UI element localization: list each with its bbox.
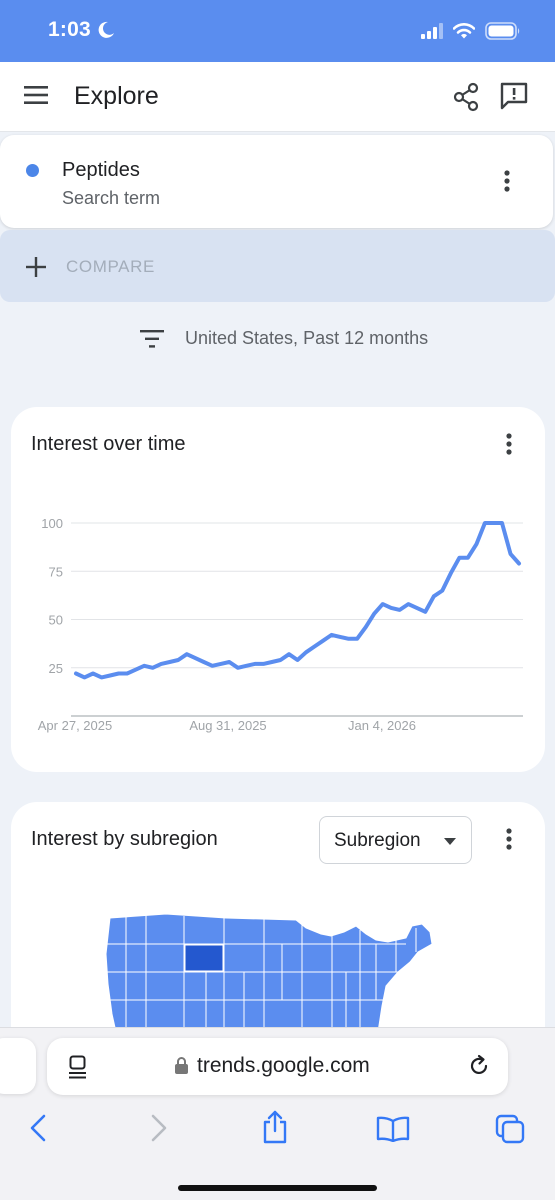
more-vert-icon[interactable] [505,828,513,850]
address-bar[interactable]: trends.google.com [47,1038,508,1095]
subregion-dropdown[interactable]: Subregion [319,816,472,864]
interest-by-subregion-title: Interest by subregion [31,828,218,850]
status-icons [421,22,521,40]
subregion-dropdown-label: Subregion [334,830,421,851]
share-sheet-icon[interactable] [261,1110,289,1144]
plus-icon [26,257,46,277]
previous-tab-preview[interactable] [0,1038,36,1094]
back-icon[interactable] [29,1114,47,1142]
us-map-shape [106,914,433,1033]
x-tick-label: Apr 27, 2025 [38,718,112,733]
home-indicator [178,1185,377,1191]
page-menu-icon[interactable] [69,1055,89,1079]
interest-line-chart: 25 50 75 100 Apr 27, 2025 Aug 31, 2025 Jan 4, … [38,516,523,733]
app-header: Explore [0,62,555,132]
status-time: 1:03 [48,18,91,41]
filter-label: United States, Past 12 months [185,328,429,348]
x-tick-label: Jan 4, 2026 [348,718,416,733]
url-text: trends.google.com [197,1054,370,1077]
caret-down-icon [444,838,456,845]
search-term-name: Peptides [62,159,140,181]
status-bar: 1:03 [0,0,555,62]
y-tick-label: 75 [49,564,63,579]
battery-icon [485,22,520,40]
share-icon[interactable] [452,82,480,112]
page-title: Explore [74,82,159,110]
signal-icon [421,23,443,39]
series-line [74,521,521,680]
search-term-card[interactable]: Peptides Search term [0,135,553,228]
moon-icon [98,21,114,38]
tabs-icon[interactable] [495,1114,525,1144]
compare-button[interactable]: COMPARE [0,230,555,302]
compare-label: COMPARE [66,257,155,276]
filter-row[interactable]: United States, Past 12 months [0,318,555,358]
y-tick-label: 100 [41,516,63,531]
menu-icon[interactable] [24,86,48,104]
feedback-icon[interactable] [499,81,529,111]
y-tick-label: 50 [49,613,63,628]
reload-icon[interactable] [467,1054,491,1078]
us-map[interactable] [106,914,446,1034]
bookmarks-icon[interactable] [376,1116,410,1142]
browser-toolbar: trends.google.com [0,1027,555,1200]
y-tick-label: 25 [49,661,63,676]
interest-by-subregion-card: Interest by subregion Subregion [11,802,545,1042]
x-tick-label: Aug 31, 2025 [189,718,266,733]
filter-icon [140,330,164,348]
more-vert-icon[interactable] [503,170,511,192]
lock-icon [175,1057,188,1074]
term-color-dot [26,164,39,177]
forward-icon[interactable] [150,1114,168,1142]
highlighted-state [184,944,224,972]
search-term-subtitle: Search term [62,188,161,208]
interest-over-time-card: Interest over time 25 50 75 100 Apr 27, 2025… [11,407,545,772]
wifi-icon [453,23,475,39]
